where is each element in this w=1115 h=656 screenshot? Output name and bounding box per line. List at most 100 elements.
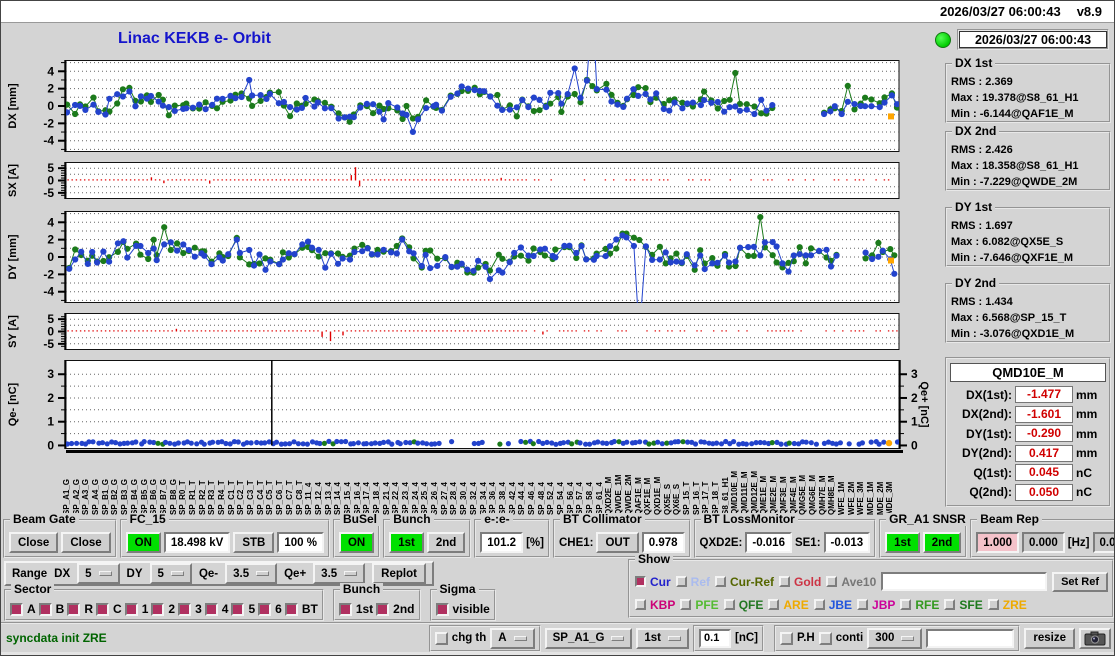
show-cur: Cur [635, 575, 671, 589]
fc15-stb-button[interactable]: STB [233, 532, 275, 553]
range-dx-value: 5 [85, 567, 92, 580]
show-zre-checkbox[interactable] [987, 599, 999, 610]
monitor-row-unit: nC [1076, 485, 1092, 500]
th-select[interactable]: A [490, 627, 535, 649]
sector-bt-checkbox[interactable] [284, 602, 298, 616]
sector-a-checkbox[interactable] [10, 602, 23, 616]
bpm-select[interactable]: SP_A1_G [544, 627, 633, 649]
range-dy-select[interactable]: 5 [149, 563, 192, 584]
checkbox-label: visible [452, 602, 490, 616]
checkbox-label: Cur-Ref [730, 574, 775, 589]
show-qfe-checkbox[interactable] [723, 599, 735, 610]
bunch-1st-checkbox[interactable] [338, 602, 352, 616]
conti-checkbox[interactable] [818, 631, 832, 645]
x-axis-label: SP_B8_G [169, 478, 178, 515]
x-axis-label: SP_B5_G [140, 478, 149, 515]
screenshot-button[interactable] [1079, 627, 1111, 649]
range-qe-minus-value: 3.5 [233, 567, 250, 580]
show-cur-checkbox[interactable] [635, 576, 646, 587]
group-title: Beam Rep [977, 513, 1042, 526]
che1-out-button[interactable]: OUT [596, 532, 639, 553]
show-jbe-checkbox[interactable] [813, 599, 825, 610]
show-kbp-checkbox[interactable] [635, 599, 646, 610]
ref-file-input[interactable] [881, 572, 1048, 591]
sector-b-checkbox[interactable] [38, 602, 52, 616]
show-pfe-checkbox[interactable] [680, 599, 692, 610]
show-ave10-checkbox[interactable] [826, 576, 838, 587]
sector-2-checkbox[interactable] [151, 602, 165, 616]
show-cur-ref-checkbox[interactable] [715, 576, 727, 587]
stats-row: RMS : 2.369 [951, 76, 1013, 88]
range-qe-plus-select[interactable]: 3.5 [313, 563, 366, 584]
monitor-row-unit: mm [1076, 387, 1098, 402]
checkbox-label: JBE [828, 597, 853, 612]
x-axis-label: WFE_2M [847, 481, 856, 515]
charge-threshold-input[interactable] [699, 628, 732, 648]
beam-rep-value-2: 0.000 [1022, 532, 1065, 553]
range-qe-minus-select[interactable]: 3.5 [225, 563, 278, 584]
checkbox-label: KBP [650, 597, 676, 612]
sigma-visible-checkbox[interactable] [435, 602, 449, 616]
range-label: Range [12, 567, 48, 580]
beam-gate-close-2-button[interactable]: Close [61, 532, 111, 553]
sector-1-checkbox[interactable] [124, 602, 138, 616]
beam-rep-hz-unit: [Hz] [1067, 536, 1090, 549]
resize-button[interactable]: resize [1024, 627, 1075, 649]
points-select[interactable]: 300 [867, 627, 923, 649]
x-axis-label: SP_58_4 [586, 482, 594, 515]
beam-gate-close-1-button[interactable]: Close [9, 532, 59, 553]
show-rfe-checkbox[interactable] [900, 599, 912, 610]
x-axis-label: QWDE_1M [615, 474, 624, 515]
bunch-2nd-checkbox[interactable] [376, 602, 390, 616]
checkbox-label: Ave10 [841, 574, 877, 589]
bunch-toggle-group: Bunch 1st 2nd [332, 583, 421, 621]
sector-4-checkbox[interactable] [204, 602, 218, 616]
range-dy-value: 5 [157, 567, 164, 580]
checkbox-label: SFE [959, 597, 983, 612]
range-qe-plus-label: Qe+ [284, 567, 307, 580]
sector-c-checkbox[interactable] [96, 602, 110, 616]
monitor-row-value: -1.477 [1015, 386, 1073, 404]
show-sfe-checkbox[interactable] [944, 599, 956, 610]
x-axis-label: SP_B1_G [101, 478, 110, 515]
qxd2e-value: -0.016 [745, 532, 792, 553]
bunch-1st-button[interactable]: 1st [389, 532, 424, 553]
se1-value: -0.013 [823, 532, 871, 553]
gr-a1-1st-button[interactable]: 1st [885, 532, 920, 553]
show-jbp: JBP [857, 598, 895, 612]
gr-a1-2nd-button[interactable]: 2nd [922, 532, 962, 553]
sector-6: 6 [258, 602, 282, 616]
x-axis-label: QXD1E_M [653, 476, 662, 515]
x-axis-label: QMF3E_M [779, 476, 788, 515]
fc15-on-button[interactable]: ON [125, 532, 161, 553]
set-ref-button[interactable]: Set Ref [1052, 571, 1108, 592]
chart-sx: 50-5SX [A] [7, 161, 900, 200]
bunch-select[interactable]: 1st [636, 627, 690, 649]
monitor-row-value: 0.050 [1015, 483, 1073, 501]
x-axis-label: SP_A4_G [92, 478, 101, 515]
sector-3-checkbox[interactable] [178, 602, 192, 616]
bunch-2nd-button[interactable]: 2nd [426, 532, 466, 553]
sector-r-checkbox[interactable] [67, 602, 81, 616]
aux-input[interactable] [926, 628, 1015, 648]
chg-th-checkbox[interactable] [434, 631, 448, 645]
range-dx-select[interactable]: 5 [77, 563, 120, 584]
option-dash-icon [901, 635, 915, 641]
chart-dy: 4 2 0 -2 -4 DY [mm] [7, 211, 900, 303]
sector-5-checkbox[interactable] [231, 602, 245, 616]
x-axis-label: SP_18_T [712, 481, 720, 515]
svg-text:SX [A]: SX [A] [7, 164, 19, 197]
sector-6-checkbox[interactable] [258, 602, 272, 616]
ph-checkbox[interactable] [780, 631, 794, 645]
busel-on-button[interactable]: ON [338, 532, 375, 553]
show-ref-checkbox[interactable] [675, 576, 687, 587]
busel-group: BuSel ON [332, 513, 381, 558]
show-are-checkbox[interactable] [768, 599, 780, 610]
monitor-row: DX(2nd): -1.601 mm [950, 405, 1106, 425]
replot-button[interactable]: Replot [372, 563, 426, 584]
group-title: GR_A1 SNSR [886, 513, 969, 526]
show-jbp-checkbox[interactable] [857, 599, 869, 610]
show-gold-checkbox[interactable] [779, 576, 791, 587]
x-axis-label: SP_24_4 [411, 482, 420, 515]
option-dash-icon [611, 635, 625, 641]
